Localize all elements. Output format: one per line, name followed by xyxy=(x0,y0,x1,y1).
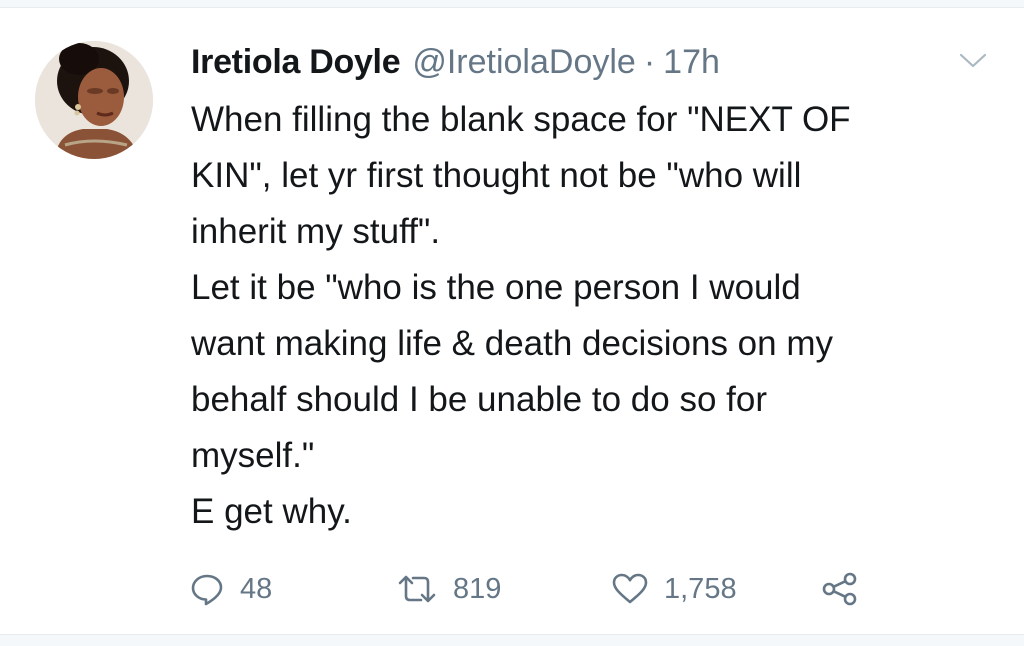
heart-icon xyxy=(612,573,648,604)
retweet-button[interactable]: 819 xyxy=(397,565,501,613)
tweet-card: Iretiola Doyle @IretiolaDoyle · 17h When… xyxy=(0,0,1024,646)
header-separator: · xyxy=(643,43,656,81)
retweet-count: 819 xyxy=(453,572,502,605)
action-bar: 48 819 1,758 xyxy=(190,565,890,613)
avatar-image xyxy=(35,41,153,159)
share-button[interactable] xyxy=(822,565,858,613)
tweet-menu-button[interactable] xyxy=(956,48,990,74)
tweet-line: Let it be "who is the one person I would xyxy=(191,268,801,307)
bottom-divider xyxy=(0,634,1024,646)
timestamp[interactable]: 17h xyxy=(663,38,720,86)
share-icon xyxy=(822,572,857,606)
tweet-line: inherit my stuff". xyxy=(191,212,441,251)
tweet-line: myself." xyxy=(191,436,315,475)
tweet-line: E get why. xyxy=(191,492,352,531)
like-count: 1,758 xyxy=(664,572,737,605)
tweet-line: KIN", let yr first thought not be "who w… xyxy=(191,156,802,195)
author-name[interactable]: Iretiola Doyle xyxy=(191,38,401,86)
author-handle[interactable]: @IretiolaDoyle xyxy=(412,38,636,86)
retweet-icon xyxy=(398,575,436,603)
top-divider xyxy=(0,0,1024,8)
reply-icon xyxy=(191,574,223,606)
chevron-down-icon xyxy=(959,53,987,68)
avatar[interactable] xyxy=(35,41,153,159)
tweet-line: behalf should I be unable to do so for xyxy=(191,380,767,419)
like-button[interactable]: 1,758 xyxy=(612,565,737,613)
reply-button[interactable]: 48 xyxy=(190,565,272,613)
tweet-line: When filling the blank space for "NEXT O… xyxy=(191,100,851,139)
tweet-text: When filling the blank space for "NEXT O… xyxy=(191,92,1006,540)
tweet-header: Iretiola Doyle @IretiolaDoyle · 17h xyxy=(191,38,720,86)
tweet-line: want making life & death decisions on my xyxy=(191,324,833,363)
reply-count: 48 xyxy=(240,572,273,605)
